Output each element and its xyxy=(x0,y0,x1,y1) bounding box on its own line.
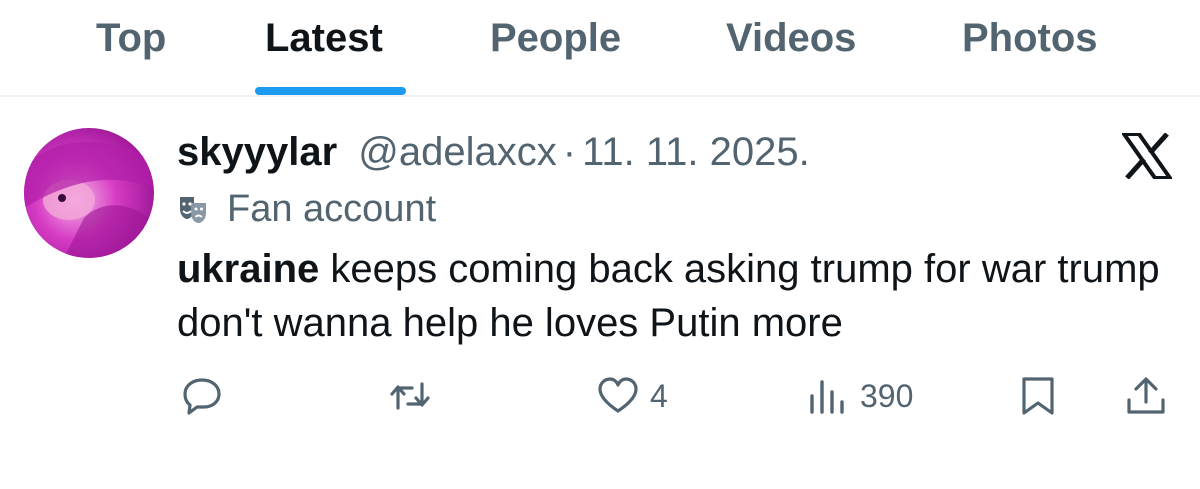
separator-dot: · xyxy=(562,130,577,174)
like-heart-icon xyxy=(598,377,638,413)
reply-icon xyxy=(183,378,221,415)
repost-icon xyxy=(390,382,430,410)
theater-masks-icon xyxy=(177,190,209,223)
bookmark-button[interactable] xyxy=(1016,370,1060,422)
tab-photos[interactable]: Photos xyxy=(962,14,1098,62)
share-button[interactable] xyxy=(1124,370,1168,422)
like-count: 4 xyxy=(650,377,668,414)
tweet-text-rest: keeps coming back asking trump for war t… xyxy=(177,247,1160,345)
tweet-text: ukraine keeps coming back asking trump f… xyxy=(177,242,1177,350)
account-label-text: Fan account xyxy=(227,188,437,230)
tab-top[interactable]: Top xyxy=(96,14,166,62)
account-label[interactable]: Fan account xyxy=(177,186,436,232)
bookmark-icon xyxy=(1022,377,1054,415)
tab-videos[interactable]: Videos xyxy=(726,14,856,62)
tab-people[interactable]: People xyxy=(490,14,621,62)
views-button[interactable]: 390 xyxy=(806,370,913,422)
repost-button[interactable] xyxy=(388,370,432,422)
display-name[interactable]: skyyylar xyxy=(177,130,337,174)
tweet-text-bold[interactable]: ukraine xyxy=(177,247,319,291)
tab-latest[interactable]: Latest xyxy=(265,14,383,62)
tweet-header: skyyylar @adelaxcx · 11. 11. 2025. xyxy=(177,128,810,176)
tweet-date[interactable]: 11. 11. 2025. xyxy=(582,130,810,174)
reply-button[interactable] xyxy=(180,370,224,422)
views-chart-icon xyxy=(810,380,844,414)
tabs-divider xyxy=(0,95,1200,97)
view-count: 390 xyxy=(860,377,914,414)
active-tab-indicator xyxy=(255,87,406,95)
user-handle[interactable]: @adelaxcx xyxy=(358,130,556,174)
search-tabs: Top Latest People Videos Photos xyxy=(0,0,1200,96)
avatar[interactable] xyxy=(24,128,154,258)
like-button[interactable]: 4 xyxy=(596,370,668,422)
share-icon xyxy=(1127,377,1165,414)
x-logo-icon xyxy=(1120,132,1174,180)
